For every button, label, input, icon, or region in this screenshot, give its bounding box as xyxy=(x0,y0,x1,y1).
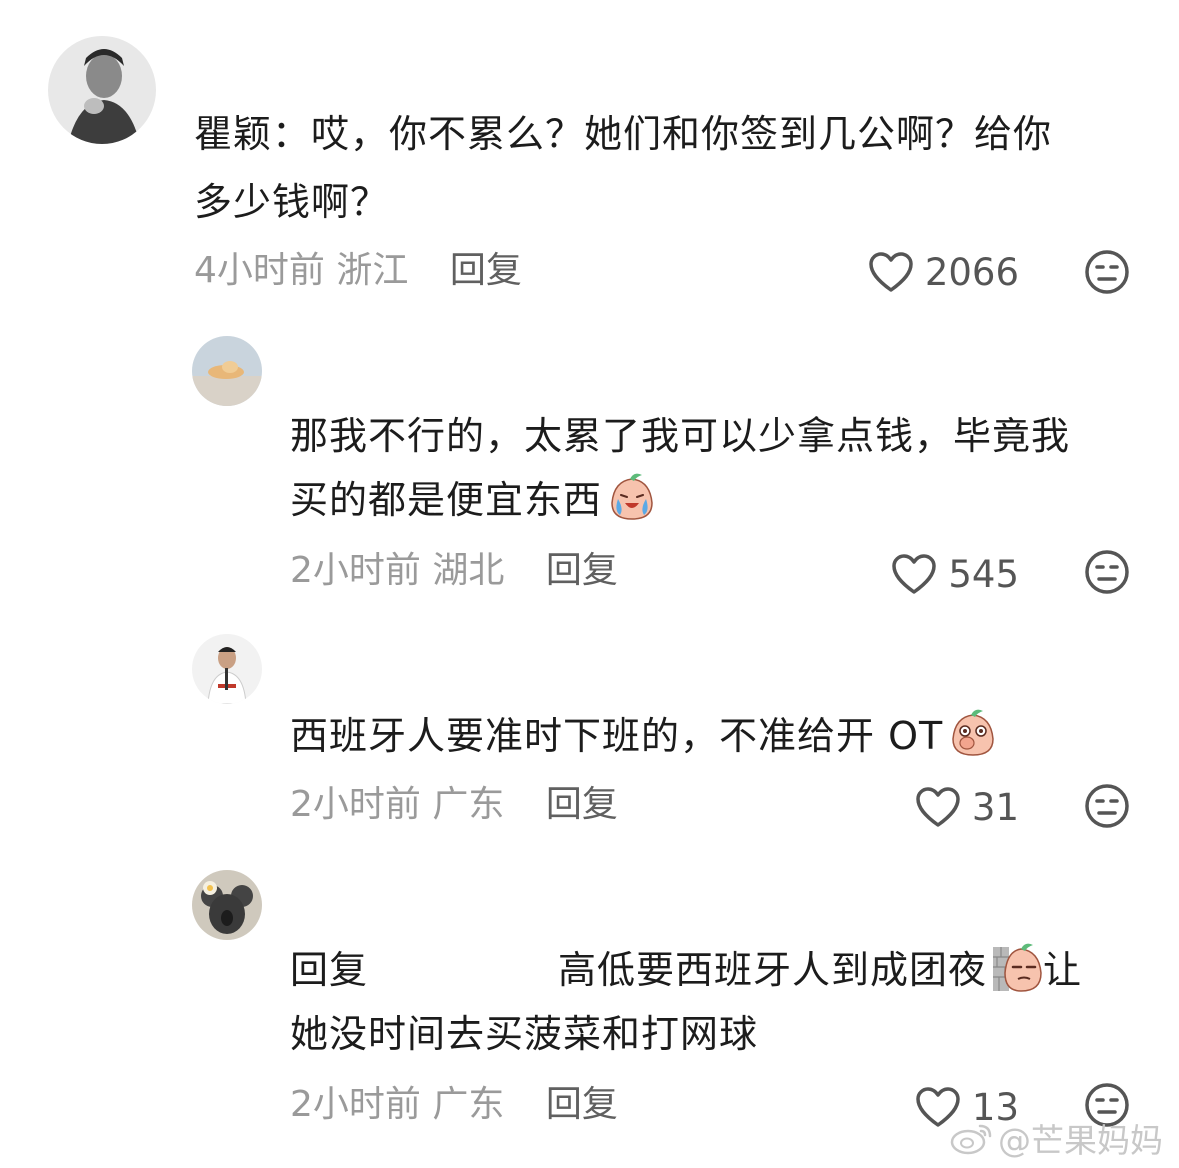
comment-time: 4小时前 xyxy=(194,250,325,291)
koala-flower-avatar-icon xyxy=(192,870,262,940)
like-button[interactable]: 2066 xyxy=(867,247,1019,297)
reply-button[interactable]: 回复 xyxy=(546,550,618,591)
like-count: 545 xyxy=(948,552,1019,596)
comment-text-line-1: 西班牙人要准时下班的，不准给开 OT xyxy=(290,704,999,768)
watermark: @芒果妈妈 xyxy=(950,1114,1163,1162)
comment-text: 高低要西班牙人到成团夜 xyxy=(558,948,988,992)
reply-button[interactable]: 回复 xyxy=(450,250,522,291)
peeking-wall-peach-emoji-icon xyxy=(991,941,1043,993)
man-portrait-avatar-icon xyxy=(48,36,156,144)
dislike-face-icon[interactable] xyxy=(1084,249,1130,295)
like-count: 31 xyxy=(971,785,1019,829)
avatar[interactable] xyxy=(48,36,156,144)
comment-location: 广东 xyxy=(432,784,505,825)
watermark-text: @芒果妈妈 xyxy=(998,1121,1163,1160)
comment-text-line-2: 她没时间去买菠菜和打网球 xyxy=(290,1012,759,1056)
comment-text: 西班牙人要准时下班的，不准给开 OT xyxy=(290,714,944,758)
comment-text-line-2: 买的都是便宜东西 xyxy=(290,468,658,532)
avatar[interactable] xyxy=(192,870,262,940)
comment-text: 让 xyxy=(1043,948,1083,992)
heart-icon xyxy=(916,787,960,827)
comment-meta: 2小时前 湖北 回复 xyxy=(290,546,618,596)
like-button[interactable]: 31 xyxy=(914,782,1019,832)
heart-icon xyxy=(869,252,913,292)
covering-mouth-peach-emoji-icon xyxy=(947,707,999,759)
comment-text-line-1: 那我不行的，太累了我可以少拿点钱，毕竟我 xyxy=(290,414,1071,458)
avatar[interactable] xyxy=(192,634,262,704)
comment-location: 浙江 xyxy=(336,250,409,291)
sky-cloud-avatar-icon xyxy=(192,336,262,406)
comment-meta: 2小时前 广东 回复 xyxy=(290,780,618,830)
crying-peach-emoji-icon xyxy=(606,471,658,523)
avatar[interactable] xyxy=(192,336,262,406)
comment-text: 买的都是便宜东西 xyxy=(290,478,603,522)
weibo-logo-icon xyxy=(950,1124,992,1155)
reply-prefix: 回复 xyxy=(290,948,369,992)
like-count: 2066 xyxy=(924,250,1019,294)
comment-meta: 2小时前 广东 回复 xyxy=(290,1080,618,1130)
athlete-avatar-icon xyxy=(192,634,262,704)
heart-icon xyxy=(892,554,937,594)
comment-time: 2小时前 xyxy=(290,1084,421,1125)
comment-text-line-1: 瞿颖：哎，你不累么？她们和你签到几公啊？给你 xyxy=(194,112,1053,156)
comment-time: 2小时前 xyxy=(290,784,421,825)
comment-text-line-1: 回复 高低要西班牙人到成团夜 让 xyxy=(290,938,1082,1002)
reply-button[interactable]: 回复 xyxy=(546,784,618,825)
dislike-face-icon[interactable] xyxy=(1084,783,1130,829)
comment-text-line-2: 多少钱啊？ xyxy=(194,180,390,224)
dislike-face-icon[interactable] xyxy=(1084,549,1130,595)
comment-time: 2小时前 xyxy=(290,550,421,591)
comment-location: 广东 xyxy=(432,1084,505,1125)
reply-button[interactable]: 回复 xyxy=(546,1084,618,1125)
like-button[interactable]: 545 xyxy=(890,549,1019,599)
comment-location: 湖北 xyxy=(432,550,505,591)
comment-meta: 4小时前 浙江 回复 xyxy=(194,246,522,296)
